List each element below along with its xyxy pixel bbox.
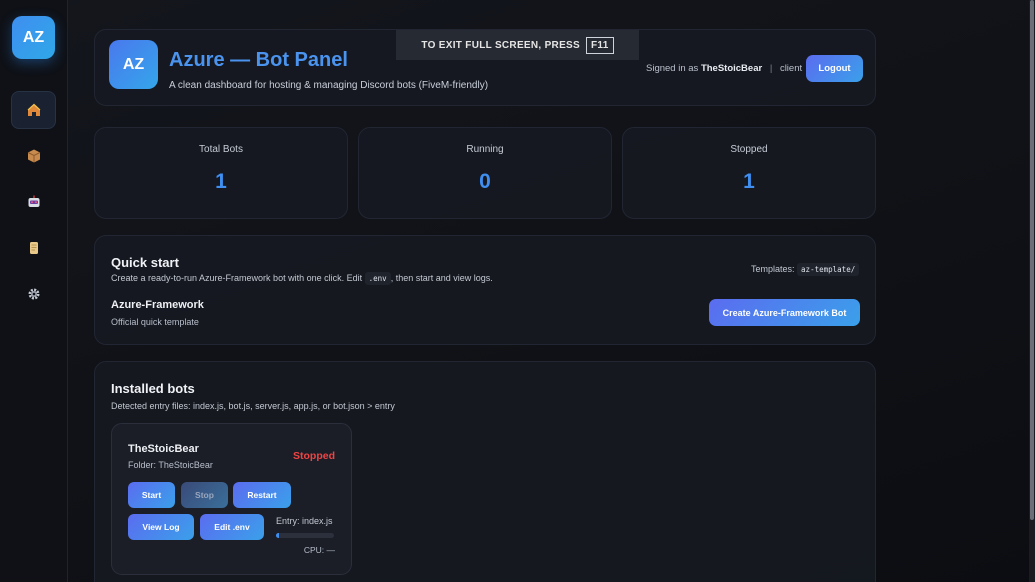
gear-icon: [28, 288, 39, 300]
restart-button[interactable]: Restart: [233, 482, 291, 508]
bot-folder: Folder: TheStoicBear: [128, 460, 213, 470]
templates-info: Templates: az-template/: [751, 263, 860, 276]
cpu-bar: [276, 533, 334, 538]
signed-in-info: Signed in as TheStoicBear | client: [646, 63, 802, 74]
stat-running: Running 0: [358, 127, 612, 219]
stat-value: 1: [743, 170, 755, 193]
template-name: Azure-Framework: [111, 299, 204, 311]
scrollbar[interactable]: [1029, 0, 1035, 582]
separator: |: [769, 63, 773, 74]
quick-start-title: Quick start: [111, 255, 179, 270]
stat-value: 1: [215, 170, 227, 193]
fullscreen-notice-text: TO EXIT FULL SCREEN, PRESS: [421, 39, 580, 51]
cpu-bar-fill: [276, 533, 279, 538]
quick-start-card: Quick start Create a ready-to-run Azure-…: [94, 235, 876, 345]
view-log-button[interactable]: View Log: [128, 514, 194, 540]
nav-packages[interactable]: [11, 137, 56, 175]
entry-file: Entry: index.js: [276, 516, 333, 526]
desc-text: Create a ready-to-run Azure-Framework bo…: [111, 273, 363, 283]
app-logo[interactable]: AZ: [12, 16, 55, 59]
stat-total-bots: Total Bots 1: [94, 127, 348, 219]
home-icon: [27, 103, 40, 116]
templates-label: Templates:: [751, 264, 795, 274]
bot-name: TheStoicBear: [128, 443, 199, 455]
stat-label: Stopped: [730, 144, 768, 155]
nav-logs[interactable]: [11, 229, 56, 267]
fullscreen-notice: TO EXIT FULL SCREEN, PRESS F11: [396, 30, 639, 60]
nav-home[interactable]: [11, 91, 56, 129]
status-badge: Stopped: [293, 450, 335, 462]
stat-label: Total Bots: [199, 144, 243, 155]
sidebar: AZ: [0, 0, 68, 582]
create-bot-button[interactable]: Create Azure-Framework Bot: [709, 299, 860, 326]
page-title: Azure — Bot Panel: [169, 49, 348, 71]
scrollbar-thumb[interactable]: [1030, 0, 1034, 520]
installed-bots-card: Installed bots Detected entry files: ind…: [94, 361, 876, 582]
scroll-icon: [29, 242, 38, 254]
templates-path: az-template/: [797, 263, 860, 276]
panel-avatar: AZ: [109, 40, 158, 89]
user-role: client: [779, 63, 803, 74]
installed-title: Installed bots: [111, 381, 195, 396]
signed-prefix: Signed in as: [646, 63, 699, 74]
installed-desc: Detected entry files: index.js, bot.js, …: [111, 401, 395, 411]
package-icon: [27, 149, 40, 163]
logout-button[interactable]: Logout: [806, 55, 863, 82]
stat-stopped: Stopped 1: [622, 127, 876, 219]
env-code: .env: [364, 272, 391, 285]
robot-icon: [28, 195, 39, 207]
fullscreen-key: F11: [585, 36, 614, 54]
stat-label: Running: [466, 144, 504, 155]
edit-env-button[interactable]: Edit .env: [200, 514, 264, 540]
stat-value: 0: [479, 170, 491, 193]
quick-start-desc: Create a ready-to-run Azure-Framework bo…: [111, 272, 493, 285]
nav-settings[interactable]: [11, 275, 56, 313]
template-subtitle: Official quick template: [111, 317, 199, 327]
username: TheStoicBear: [700, 63, 763, 74]
stop-button[interactable]: Stop: [181, 482, 228, 508]
bot-card: TheStoicBear Folder: TheStoicBear Stoppe…: [111, 423, 352, 575]
start-button[interactable]: Start: [128, 482, 175, 508]
page-subtitle: A clean dashboard for hosting & managing…: [169, 80, 489, 91]
cpu-usage: CPU: —: [303, 545, 335, 555]
nav-bots[interactable]: [11, 183, 56, 221]
desc-text-after: , then start and view logs.: [390, 273, 493, 283]
